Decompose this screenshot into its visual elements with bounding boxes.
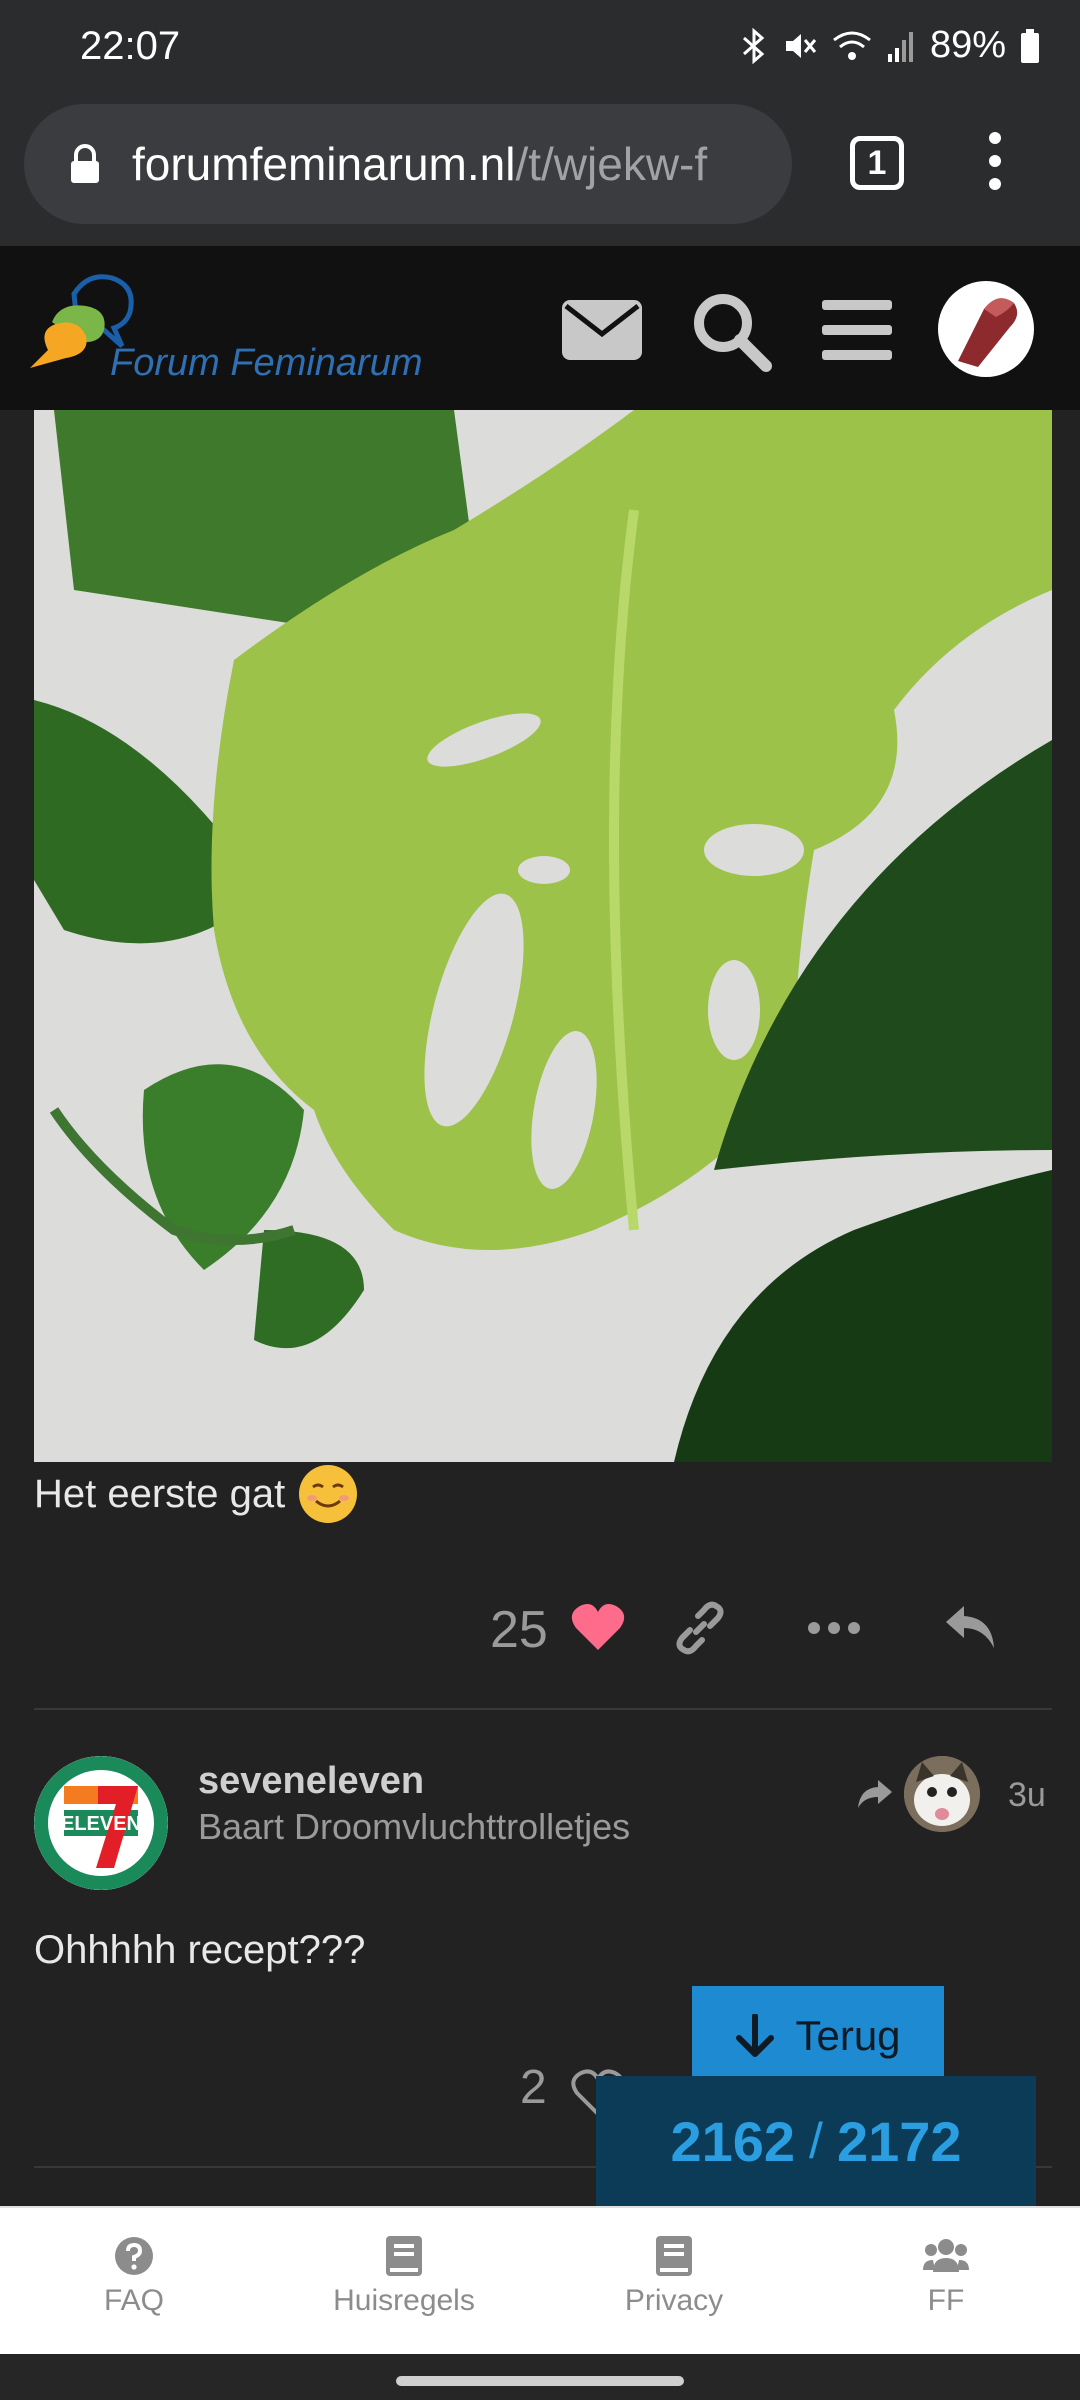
address-bar[interactable]: forumfeminarum.nl/t/wjekw-f	[24, 104, 792, 224]
battery-icon	[1021, 28, 1039, 63]
browser-toolbar: forumfeminarum.nl/t/wjekw-f 1	[0, 96, 1080, 246]
post-body: Ohhhhh recept???	[34, 1928, 366, 1972]
mute-icon	[785, 33, 817, 58]
avatar-logo-text: ELEVEN	[61, 1813, 141, 1835]
post-user-title: Baart Droomvluchttrolletjes	[198, 1806, 631, 1847]
seven-eleven-logo-icon: ELEVEN	[34, 1756, 168, 1890]
url-path: /t/wjekw-f	[515, 138, 708, 190]
mail-icon[interactable]	[562, 300, 642, 360]
status-icons: 89%	[740, 24, 1040, 67]
post-text: Het eerste gat	[34, 1465, 358, 1523]
signal-icon	[887, 31, 913, 62]
more-options-icon[interactable]	[806, 1616, 862, 1640]
replied-user-avatar	[904, 1756, 980, 1832]
site-name: Forum Feminarum	[110, 342, 423, 384]
url-text: forumfeminarum.nl/t/wjekw-f	[132, 137, 707, 191]
system-gesture-bar	[0, 2354, 1080, 2400]
nav-label: Huisregels	[333, 2284, 475, 2317]
lipstick-icon	[958, 298, 1018, 367]
home-gesture-handle[interactable]	[396, 2376, 684, 2386]
total-post-number: 2172	[836, 2109, 962, 2173]
topic-progress-indicator[interactable]: 2162 / 2172	[596, 2076, 1036, 2206]
back-button-label: Terug	[795, 2012, 901, 2059]
lock-icon	[71, 144, 99, 183]
tab-switcher-button[interactable]: 1	[850, 136, 904, 190]
question-circle-icon	[115, 2237, 153, 2275]
browser-menu-icon[interactable]	[980, 132, 1010, 196]
like-count: 25	[490, 1601, 548, 1659]
nav-label: FAQ	[103, 2284, 164, 2317]
nav-item-privacy[interactable]: Privacy	[564, 2236, 784, 2318]
nav-item-ff[interactable]: FF	[836, 2236, 1056, 2318]
post-image[interactable]	[34, 410, 1052, 1462]
post-divider	[34, 1708, 1052, 1710]
link-icon[interactable]	[672, 1600, 728, 1656]
back-to-position-button[interactable]: Terug	[692, 1986, 944, 2086]
hamburger-menu-icon[interactable]	[822, 300, 892, 360]
heart-icon[interactable]	[570, 1602, 626, 1652]
post-body: Het eerste gat	[34, 1471, 286, 1516]
like-count: 2	[520, 2061, 547, 2114]
nav-item-huisregels[interactable]: Huisregels	[294, 2236, 514, 2318]
book-icon	[386, 2236, 422, 2276]
post-time: 3u	[1008, 1776, 1046, 1814]
url-domain: forumfeminarum.nl	[132, 138, 516, 190]
bluetooth-icon	[742, 27, 765, 64]
nav-label: FF	[927, 2284, 965, 2317]
monstera-leaf-image	[34, 410, 1052, 1462]
book-icon	[656, 2236, 692, 2276]
post-author-avatar[interactable]: ELEVEN	[34, 1756, 168, 1890]
site-header: Forum Feminarum	[0, 246, 1080, 410]
cat-avatar-icon	[904, 1756, 980, 1832]
bottom-navigation: FAQ Huisregels Privacy FF	[0, 2206, 1080, 2354]
site-logo[interactable]: Forum Feminarum	[30, 272, 430, 392]
status-bar: 22:07 89%	[0, 0, 1080, 96]
nav-item-faq[interactable]: FAQ	[24, 2236, 244, 2318]
reply-to-indicator[interactable]	[854, 1756, 980, 1832]
users-icon	[923, 2239, 969, 2272]
nav-label: Privacy	[624, 2284, 724, 2317]
reply-icon[interactable]	[942, 1602, 998, 1652]
current-post-number: 2162	[670, 2109, 796, 2173]
status-time: 22:07	[80, 24, 181, 68]
arrow-down-icon	[736, 2014, 775, 2057]
smiling-face-emoji-icon	[299, 1465, 358, 1523]
wifi-icon	[833, 31, 871, 60]
battery-percent: 89%	[929, 24, 1006, 66]
post-username[interactable]: seveneleven	[198, 1760, 424, 1803]
user-avatar[interactable]	[938, 281, 1034, 377]
progress-separator: /	[809, 2113, 823, 2169]
search-icon[interactable]	[690, 290, 772, 372]
reply-arrow-icon	[858, 1780, 892, 1808]
